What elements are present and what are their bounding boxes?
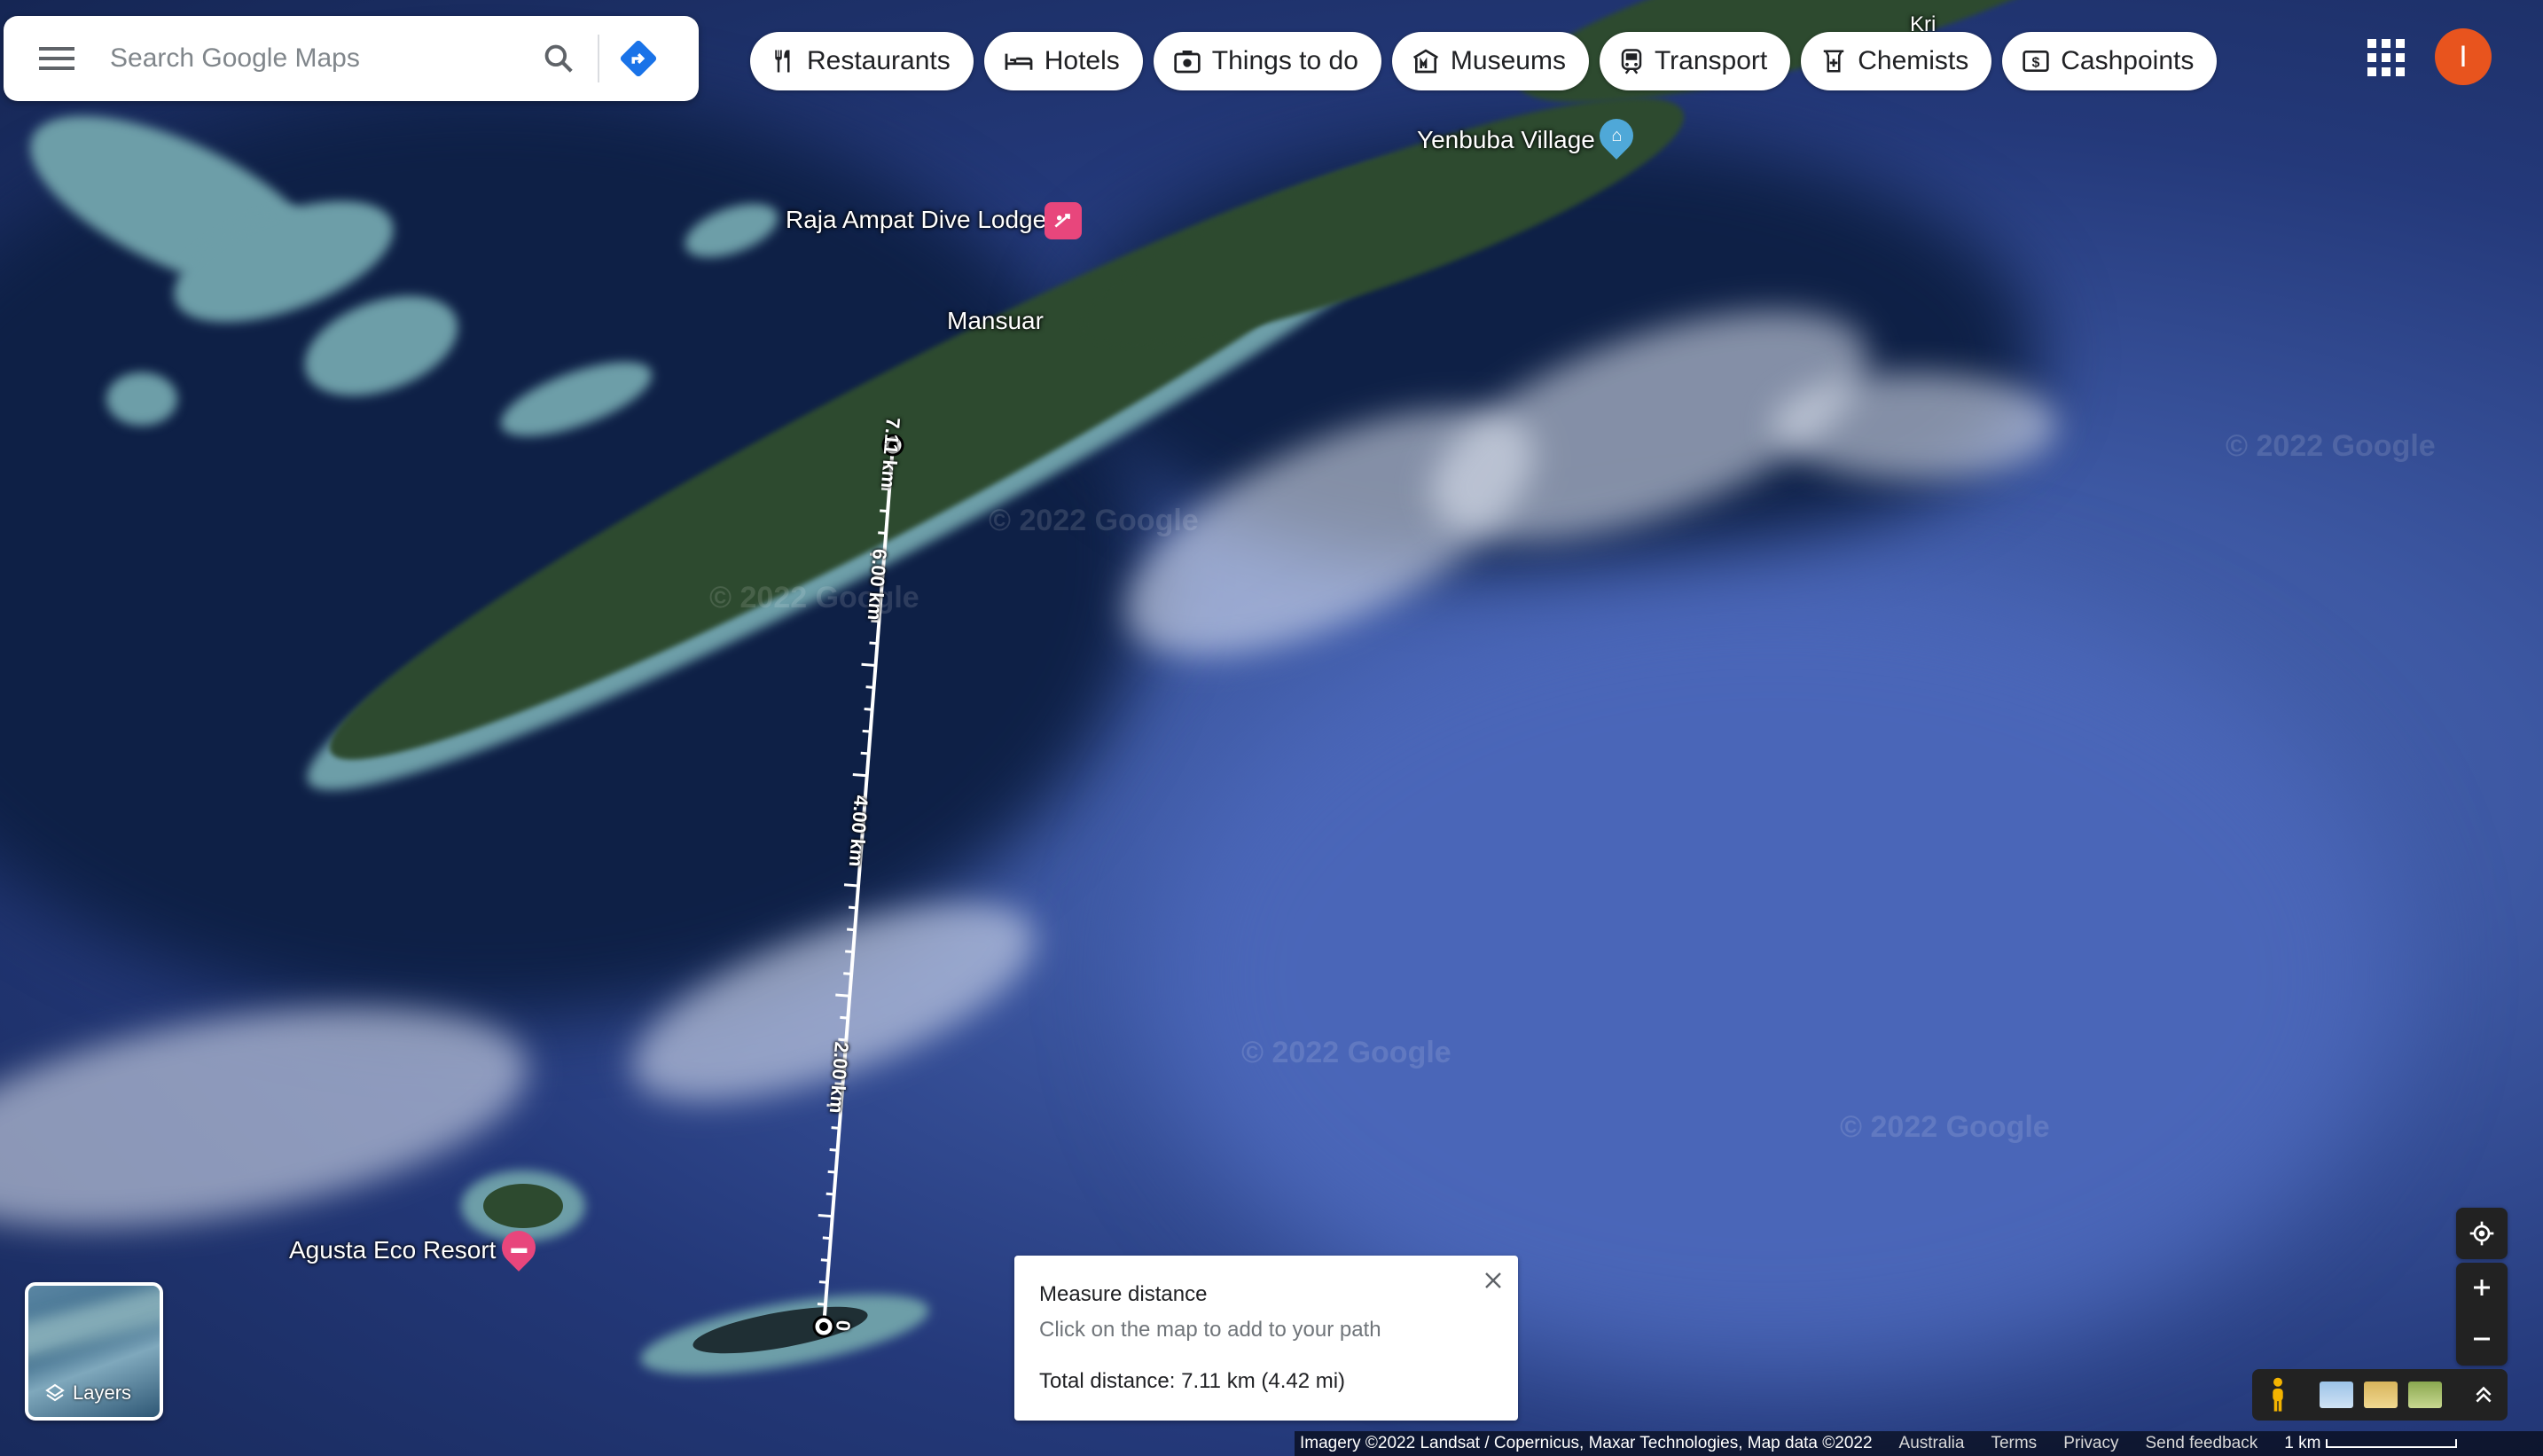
chip-restaurants[interactable]: Restaurants	[750, 32, 974, 90]
measure-tick	[869, 641, 878, 646]
measure-tick	[818, 1280, 828, 1284]
distance-label-start: 0	[832, 1319, 855, 1333]
chip-label: Transport	[1654, 46, 1768, 75]
measure-title: Measure distance	[1039, 1282, 1208, 1306]
layers-label: Layers	[73, 1382, 132, 1404]
search-icon	[544, 44, 573, 73]
scale-label: 1 km	[2284, 1434, 2321, 1452]
measure-tick	[843, 883, 859, 888]
restaurant-icon	[775, 50, 790, 73]
terms-link[interactable]: Terms	[1991, 1434, 2037, 1453]
chip-label: Restaurants	[807, 46, 951, 75]
measure-tick	[838, 1037, 847, 1042]
close-icon	[1485, 1272, 1501, 1288]
measure-tick	[861, 662, 876, 667]
zoom-in-button[interactable]	[2456, 1263, 2508, 1312]
measure-tick	[847, 928, 856, 932]
measure-path	[812, 434, 904, 1338]
view-controls-strip	[2252, 1369, 2508, 1421]
measure-tick	[860, 751, 869, 755]
chip-label: Cashpoints	[2061, 46, 2195, 75]
map-canvas[interactable]: © 2022 Google © 2022 Google © 2022 Googl…	[0, 0, 2543, 1456]
terrain-view-thumbnail[interactable]	[2364, 1382, 2398, 1408]
svg-text:$: $	[2032, 56, 2040, 71]
measure-hint: Click on the map to add to your path	[1039, 1318, 1381, 1342]
search-button[interactable]	[527, 16, 591, 101]
apps-grid-button[interactable]	[2360, 32, 2405, 76]
chip-label: Things to do	[1211, 46, 1358, 75]
search-input[interactable]	[110, 32, 527, 85]
layers-icon	[45, 1383, 65, 1402]
camera-icon	[1174, 51, 1201, 74]
layers-label-group: Layers	[44, 1382, 131, 1405]
globe-view-thumbnail[interactable]	[2320, 1382, 2353, 1408]
expand-icon[interactable]	[2472, 1383, 2495, 1406]
measure-tick	[818, 1214, 833, 1218]
chip-chemists[interactable]: Chemists	[1801, 32, 1992, 90]
measure-tick	[862, 729, 871, 733]
measure-tick	[864, 708, 872, 711]
measure-tick	[822, 1236, 831, 1241]
zoom-controls	[2456, 1263, 2508, 1366]
measure-tick	[840, 1015, 849, 1020]
chip-cashpoints[interactable]: $ Cashpoints	[2002, 32, 2218, 90]
measure-tick	[865, 685, 874, 689]
search-box	[4, 16, 699, 101]
measure-tick	[829, 1148, 838, 1152]
measure-tick	[871, 619, 880, 623]
close-button[interactable]	[1475, 1263, 1511, 1298]
category-chips: Restaurants Hotels Things to do Museums …	[750, 32, 2218, 90]
search-divider	[598, 35, 599, 82]
measure-start-point-dot	[819, 1322, 828, 1331]
directions-icon	[620, 40, 657, 77]
chip-label: Chemists	[1858, 46, 1969, 75]
layers-button[interactable]: Layers	[25, 1282, 163, 1421]
measure-tick	[827, 1170, 836, 1174]
measure-tick	[878, 531, 887, 535]
scale-bar[interactable]: 1 km	[2284, 1434, 2458, 1453]
traffic-view-thumbnail[interactable]	[2408, 1382, 2442, 1408]
layers-thumbnail	[28, 1286, 160, 1362]
plus-icon	[2474, 1280, 2490, 1296]
account-avatar[interactable]: I	[2435, 28, 2492, 85]
footer-bar: Imagery ©2022 Landsat / Copernicus, Maxa…	[1295, 1431, 2543, 1456]
pegman-icon[interactable]	[2265, 1377, 2291, 1413]
pharmacy-icon	[1823, 50, 1844, 73]
zoom-out-button[interactable]	[2456, 1314, 2508, 1364]
measure-tick	[843, 972, 852, 975]
apps-grid-icon	[2367, 39, 2376, 48]
measure-tick	[817, 1302, 826, 1306]
measure-tick	[835, 993, 850, 998]
measure-distance-panel: Measure distance Click on the map to add…	[1014, 1256, 1518, 1421]
minus-icon	[2474, 1337, 2490, 1341]
chip-things-to-do[interactable]: Things to do	[1153, 32, 1381, 90]
measure-tick	[831, 1126, 840, 1130]
train-icon	[1621, 49, 1642, 74]
menu-icon	[39, 47, 74, 70]
chip-label: Museums	[1450, 46, 1566, 75]
directions-button[interactable]	[606, 16, 670, 101]
my-location-button[interactable]	[2456, 1208, 2508, 1259]
atm-icon: $	[2023, 51, 2049, 72]
measure-tick	[845, 950, 854, 954]
chip-label: Hotels	[1044, 46, 1120, 75]
imagery-attribution: Imagery ©2022 Landsat / Copernicus, Maxa…	[1300, 1434, 1873, 1452]
region-link[interactable]: Australia	[1899, 1434, 1965, 1453]
chip-transport[interactable]: Transport	[1599, 32, 1791, 90]
measure-tick	[820, 1258, 829, 1262]
privacy-link[interactable]: Privacy	[2063, 1434, 2118, 1453]
total-distance: Total distance: 7.11 km (4.42 mi)	[1039, 1369, 1346, 1393]
chip-hotels[interactable]: Hotels	[983, 32, 1143, 90]
hotel-icon	[1005, 53, 1033, 70]
measure-tick	[880, 509, 888, 513]
send-feedback-link[interactable]: Send feedback	[2145, 1434, 2257, 1453]
museum-icon	[1412, 49, 1438, 74]
measure-tick	[848, 905, 857, 910]
measure-tick	[852, 773, 867, 778]
my-location-icon	[2469, 1221, 2494, 1246]
chip-museums[interactable]: Museums	[1391, 32, 1589, 90]
scale-line	[2326, 1439, 2458, 1448]
menu-button[interactable]	[4, 16, 110, 101]
